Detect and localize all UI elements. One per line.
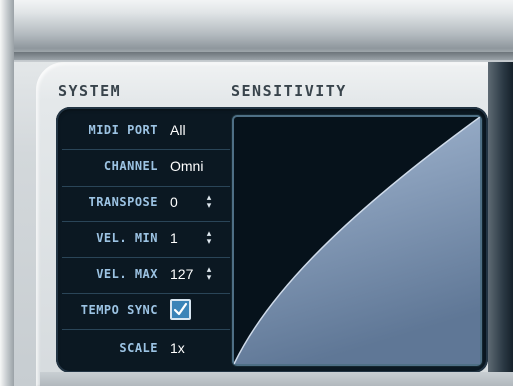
transpose-row: TRANSPOSE 0 ▴ ▾ [58, 190, 226, 220]
vel-max-row: VEL. MAX 127 ▴ ▾ [58, 262, 226, 292]
panel-bottom-strip [40, 372, 513, 386]
tempo-sync-row: TEMPO SYNC [58, 298, 226, 328]
curve-fill [234, 117, 480, 364]
row-divider [62, 149, 230, 150]
left-edge [0, 0, 14, 386]
panel-right-edge [488, 62, 513, 386]
channel-value[interactable]: Omni [170, 158, 203, 174]
midi-port-value[interactable]: All [170, 122, 186, 138]
vel-min-value[interactable]: 1 [170, 230, 178, 246]
row-divider [62, 186, 230, 187]
scale-label: SCALE [119, 341, 158, 355]
vel-min-stepper-icon[interactable]: ▴ ▾ [204, 230, 214, 248]
row-divider [62, 221, 230, 222]
transpose-label: TRANSPOSE [88, 195, 158, 209]
top-chrome-shadow [14, 52, 513, 60]
row-divider [62, 329, 230, 330]
channel-label: CHANNEL [103, 159, 158, 173]
transpose-value[interactable]: 0 [170, 194, 178, 210]
vel-max-stepper-icon[interactable]: ▴ ▾ [204, 266, 214, 284]
row-divider [62, 293, 230, 294]
midi-port-row: MIDI PORT All [58, 118, 226, 148]
sensitivity-curve [234, 117, 480, 364]
vel-min-label: VEL. MIN [96, 231, 158, 245]
sensitivity-curve-graph[interactable] [232, 115, 482, 366]
vel-max-value[interactable]: 127 [170, 266, 193, 282]
scale-value[interactable]: 1x [170, 340, 185, 356]
channel-row: CHANNEL Omni [58, 154, 226, 184]
sensitivity-heading: SENSITIVITY [231, 82, 347, 100]
vel-max-label: VEL. MAX [96, 267, 158, 281]
scale-row: SCALE 1x [58, 336, 226, 366]
vel-min-row: VEL. MIN 1 ▴ ▾ [58, 226, 226, 256]
midi-port-label: MIDI PORT [88, 123, 158, 137]
system-heading: SYSTEM [58, 82, 122, 100]
transpose-stepper-icon[interactable]: ▴ ▾ [204, 194, 214, 212]
tempo-sync-checkbox[interactable] [170, 299, 191, 320]
tempo-sync-label: TEMPO SYNC [80, 303, 158, 317]
checkmark-icon [173, 302, 188, 316]
row-divider [62, 257, 230, 258]
